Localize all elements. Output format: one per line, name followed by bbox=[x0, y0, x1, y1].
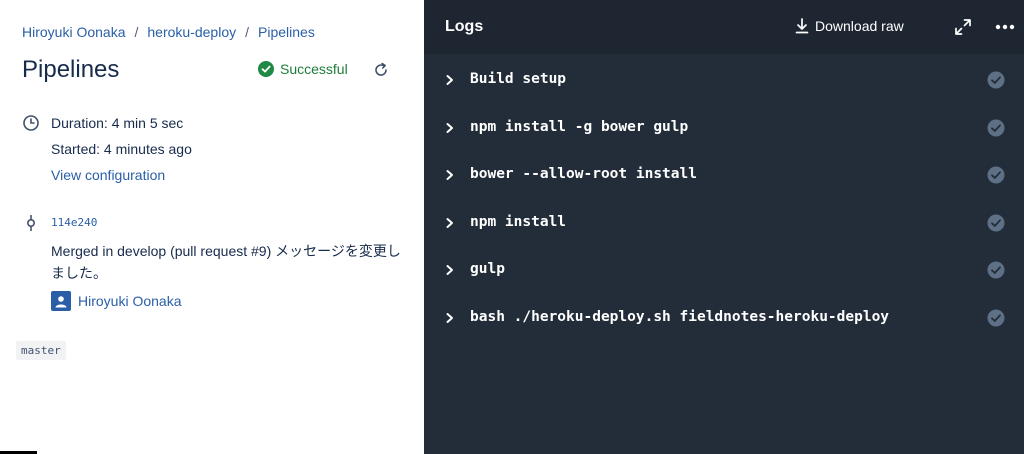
chevron-right-icon bbox=[446, 217, 453, 228]
view-configuration-link[interactable]: View configuration bbox=[51, 167, 165, 183]
build-started: Started: 4 minutes ago bbox=[51, 141, 192, 157]
log-step-command: npm install bbox=[470, 213, 567, 230]
check-circle-icon bbox=[987, 261, 1005, 279]
breadcrumb: Hiroyuki Oonaka / heroku-deploy / Pipelines bbox=[22, 24, 315, 40]
page-title: Pipelines bbox=[22, 56, 120, 83]
more-button[interactable] bbox=[994, 18, 1016, 36]
download-raw-label: Download raw bbox=[815, 18, 904, 34]
log-step[interactable]: npm install bbox=[424, 208, 1024, 238]
download-raw-button[interactable]: Download raw bbox=[795, 18, 904, 34]
download-icon bbox=[795, 18, 809, 34]
check-circle-icon bbox=[987, 71, 1005, 89]
status-badge: Successful bbox=[258, 61, 348, 77]
breadcrumb-owner-link[interactable]: Hiroyuki Oonaka bbox=[22, 24, 126, 40]
log-step-command: bower --allow-root install bbox=[470, 166, 697, 183]
clock-icon bbox=[23, 115, 39, 131]
check-circle-icon bbox=[987, 166, 1005, 184]
logs-panel: Logs Download raw Build setup npm install… bbox=[424, 0, 1024, 454]
logs-title: Logs bbox=[445, 18, 484, 35]
commit-hash-link[interactable]: 114e240 bbox=[51, 216, 97, 229]
log-step[interactable]: npm install -g bower gulp bbox=[424, 113, 1024, 143]
log-step[interactable]: gulp bbox=[424, 255, 1024, 285]
rerun-button[interactable] bbox=[371, 60, 391, 80]
log-step-command: gulp bbox=[470, 261, 505, 278]
status-label: Successful bbox=[280, 61, 348, 77]
more-icon bbox=[995, 24, 1015, 30]
log-step[interactable]: bower --allow-root install bbox=[424, 160, 1024, 190]
chevron-right-icon bbox=[446, 265, 453, 276]
breadcrumb-repo-link[interactable]: heroku-deploy bbox=[147, 24, 236, 40]
check-circle-icon bbox=[987, 119, 1005, 137]
rerun-icon bbox=[375, 62, 387, 76]
log-step-command: npm install -g bower gulp bbox=[470, 118, 689, 135]
log-step[interactable]: Build setup bbox=[424, 65, 1024, 95]
branch-badge: master bbox=[16, 341, 66, 360]
avatar-icon bbox=[51, 291, 71, 311]
logs-header: Logs Download raw bbox=[424, 0, 1024, 54]
commit-author-link[interactable]: Hiroyuki Oonaka bbox=[51, 291, 182, 311]
build-duration: Duration: 4 min 5 sec bbox=[51, 115, 184, 131]
chevron-right-icon bbox=[446, 313, 453, 323]
log-step-command: Build setup bbox=[470, 71, 567, 87]
chevron-right-icon bbox=[446, 122, 453, 133]
expand-icon bbox=[955, 19, 971, 35]
check-circle-icon bbox=[987, 214, 1005, 232]
log-step-command: bash ./heroku-deploy.sh fieldnotes-herok… bbox=[470, 309, 890, 325]
breadcrumb-pipelines-link[interactable]: Pipelines bbox=[258, 24, 315, 40]
check-circle-icon bbox=[258, 61, 274, 77]
chevron-right-icon bbox=[446, 75, 453, 85]
expand-button[interactable] bbox=[954, 18, 972, 36]
chevron-right-icon bbox=[446, 170, 453, 181]
pipeline-summary-panel: Hiroyuki Oonaka / heroku-deploy / Pipelines … bbox=[0, 0, 424, 454]
commit-message: Merged in develop (pull request #9) メッセー… bbox=[51, 243, 401, 281]
author-name: Hiroyuki Oonaka bbox=[78, 293, 182, 309]
commit-icon bbox=[27, 215, 36, 231]
breadcrumb-separator: / bbox=[134, 24, 139, 40]
log-step[interactable]: bash ./heroku-deploy.sh fieldnotes-herok… bbox=[424, 303, 1024, 333]
check-circle-icon bbox=[987, 309, 1005, 327]
breadcrumb-separator: / bbox=[245, 24, 250, 40]
